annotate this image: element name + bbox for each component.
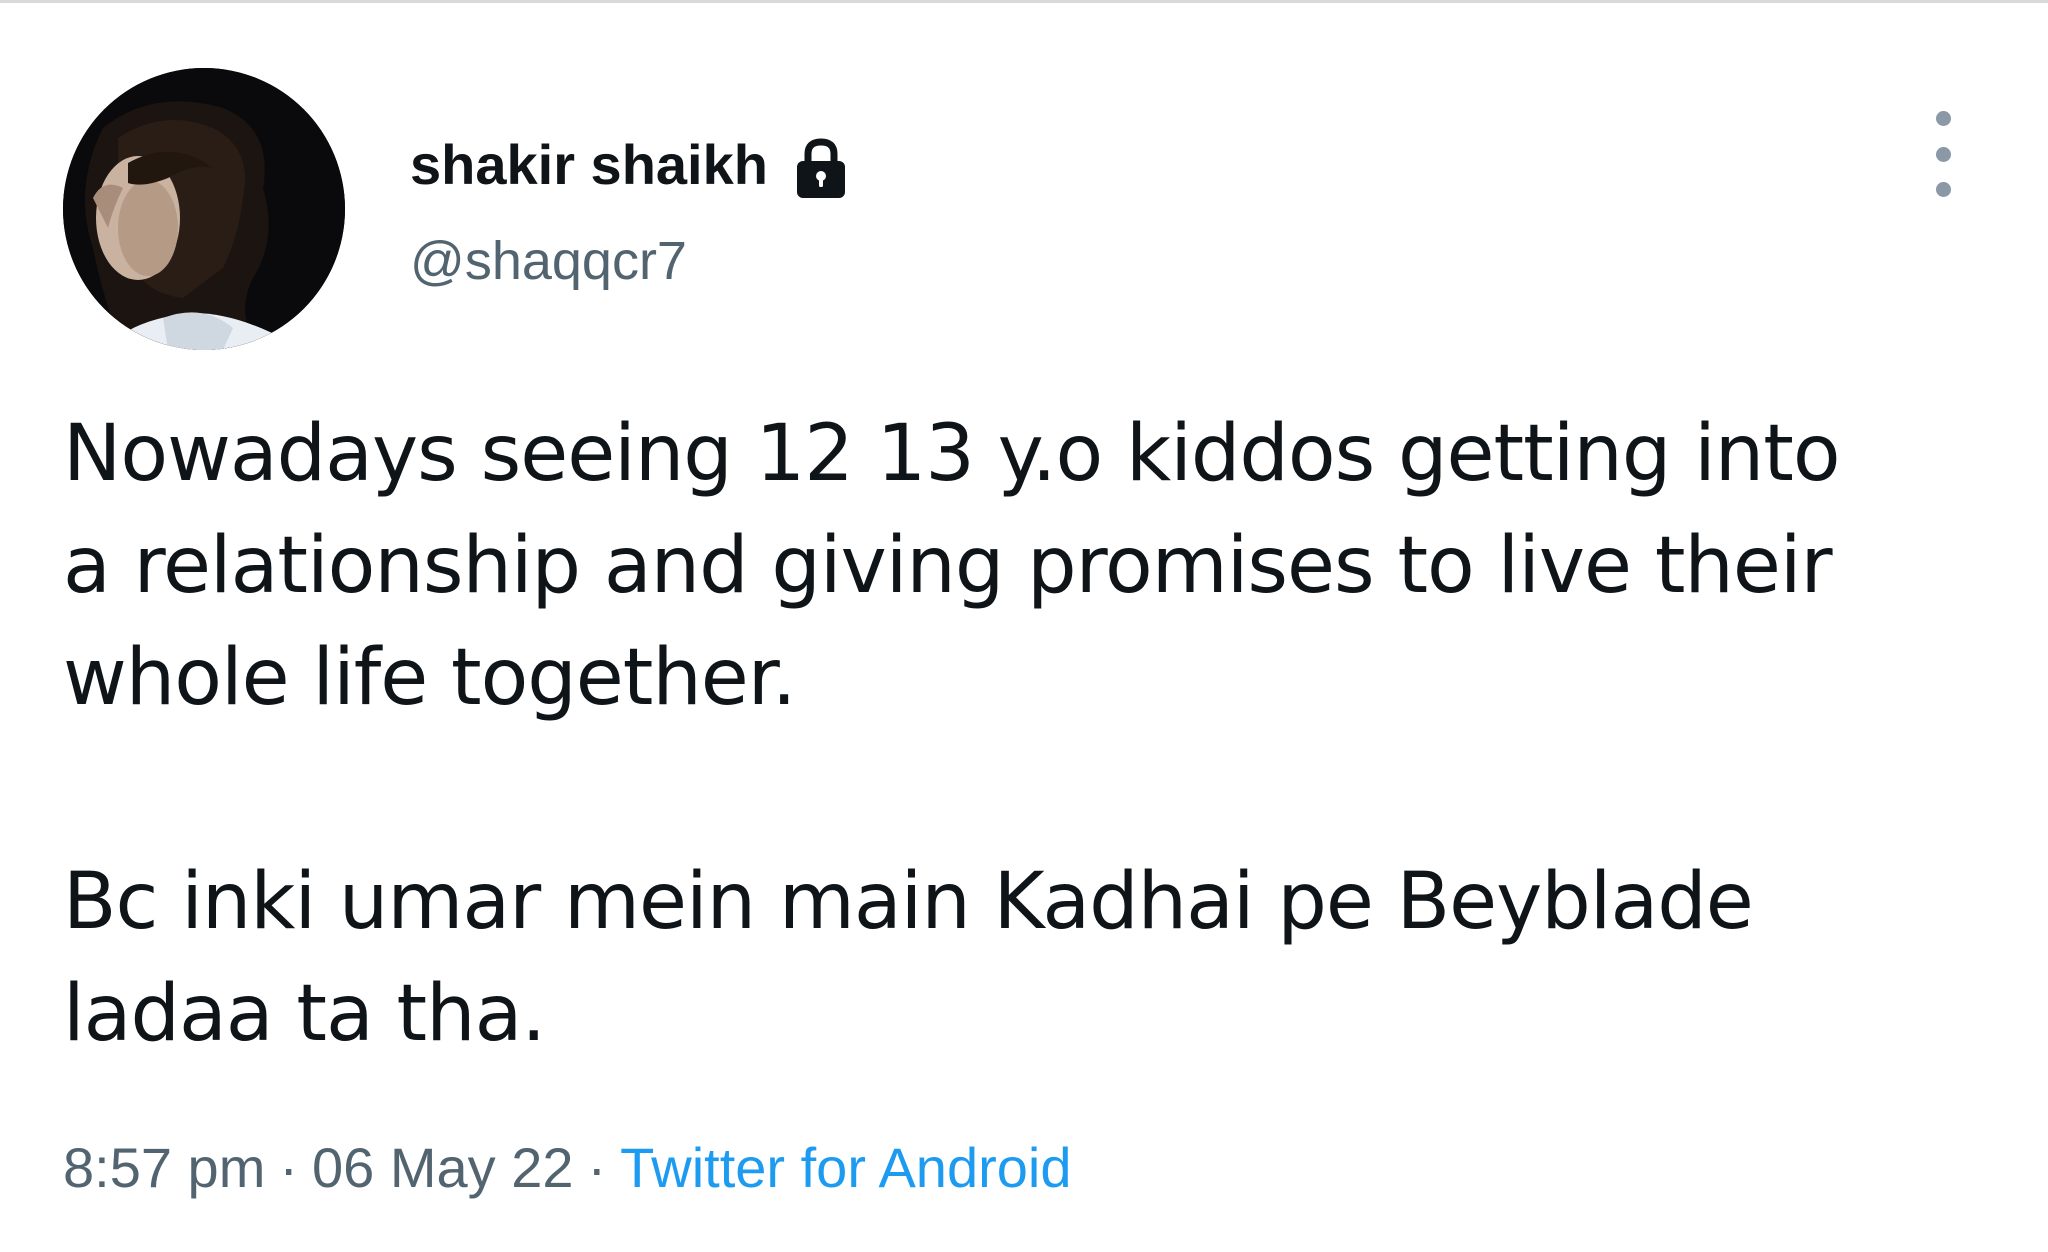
tweet-date[interactable]: 06 May 22 — [312, 1136, 574, 1199]
profile-photo — [63, 68, 345, 350]
tweet-paragraph: Nowadays seeing 12 13 y.o kiddos getting… — [63, 409, 1841, 723]
author-name-row: shakir shaikh — [410, 125, 848, 205]
more-vertical-icon-dot — [1935, 146, 1951, 162]
tweet-card[interactable]: shakir shaikh @shaqqcr7 Nowadays seeing … — [0, 3, 2048, 1252]
author-name[interactable]: shakir shaikh — [410, 125, 768, 205]
meta-separator: · — [587, 1136, 607, 1199]
tweet-text: Nowadays seeing 12 13 y.o kiddos getting… — [63, 398, 2003, 1070]
meta-separator: · — [279, 1136, 298, 1199]
more-vertical-icon — [1935, 111, 1951, 126]
more-vertical-icon-dot — [1935, 182, 1951, 197]
avatar[interactable] — [63, 68, 345, 350]
source-link[interactable]: Twitter for Android — [620, 1136, 1071, 1199]
lock-icon — [794, 138, 848, 200]
tweet-metadata: 8:57 pm · 06 May 22 · Twitter for Android — [63, 1128, 1071, 1208]
author-handle[interactable]: @shaqqcr7 — [410, 221, 687, 301]
tweet-paragraph: Bc inki umar mein main Kadhai pe Beyblad… — [63, 857, 1754, 1059]
tweet-time[interactable]: 8:57 pm — [63, 1136, 265, 1199]
more-options-button[interactable] — [1918, 111, 1968, 197]
